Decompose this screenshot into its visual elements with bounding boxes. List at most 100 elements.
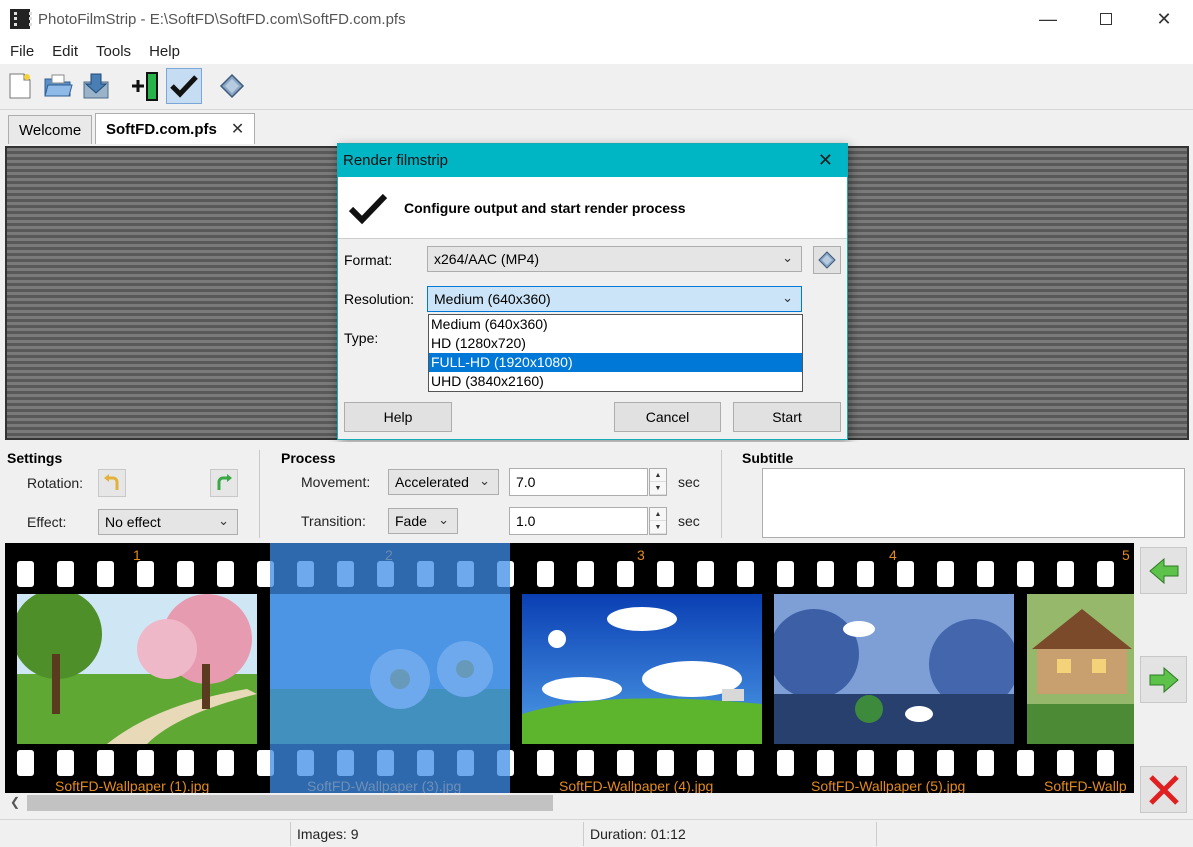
settings-area: Settings Rotation: Effect: No effect ⌄ P… [0,442,1193,542]
maximize-button[interactable] [1077,0,1135,38]
format-value: x264/AAC (MP4) [434,251,540,267]
subtitle-textarea[interactable] [762,468,1185,538]
stepper-down-icon[interactable]: ▼ [650,482,666,495]
remove-image-button[interactable] [1140,766,1187,813]
effect-select[interactable]: No effect ⌄ [98,509,238,535]
scroll-left-icon[interactable]: ❮ [10,795,20,809]
menu-help[interactable]: Help [139,43,188,60]
delete-x-icon [1148,774,1179,805]
tab-welcome[interactable]: Welcome [8,115,93,144]
thumbnail-image[interactable] [17,594,257,744]
render-filmstrip-button[interactable] [166,68,202,104]
stepper-down-icon[interactable]: ▼ [650,521,666,534]
open-project-button[interactable] [40,68,76,104]
resolution-option[interactable]: UHD (3840x2160) [429,372,802,391]
help-button[interactable]: Help [344,402,452,432]
sprocket-hole [177,561,194,587]
sprocket-hole [937,750,954,776]
sprocket-hole [537,561,554,587]
sprocket-hole [1097,750,1114,776]
sprocket-hole [617,750,634,776]
transition-seconds-input[interactable]: 1.0 [509,507,648,535]
sprocket-hole [897,750,914,776]
window-title: PhotoFilmStrip - E:\SoftFD\SoftFD.com\So… [38,10,406,28]
stepper-up-icon[interactable]: ▲ [650,469,666,482]
diamond-icon [818,251,836,269]
transition-select[interactable]: Fade ⌄ [388,508,458,534]
new-project-button[interactable] [2,68,38,104]
sprocket-hole [657,561,674,587]
status-divider [583,822,584,846]
minimize-button[interactable]: — [1019,0,1077,38]
sprocket-hole [1017,750,1034,776]
frame-number: 1 [133,547,141,563]
format-select[interactable]: x264/AAC (MP4) ⌄ [427,246,802,272]
frame-number: 3 [637,547,645,563]
sprocket-hole [137,750,154,776]
sprocket-hole [1057,750,1074,776]
dialog-header: Configure output and start render proces… [338,177,847,239]
chevron-down-icon: ⌄ [438,512,449,527]
sprocket-hole [737,561,754,587]
selected-frame-highlight [270,543,510,793]
menu-tools[interactable]: Tools [86,43,139,60]
tab-label: Welcome [19,121,82,139]
movement-stepper[interactable]: ▲ ▼ [649,468,667,496]
menu-file[interactable]: File [0,43,42,60]
save-project-button[interactable] [78,68,114,104]
resolution-label: Resolution: [344,291,415,307]
resolution-option[interactable]: HD (1280x720) [429,334,802,353]
sprocket-hole [777,750,794,776]
chevron-down-icon: ⌄ [782,250,793,265]
sprocket-hole [937,561,954,587]
move-right-button[interactable] [1140,656,1187,703]
sprocket-hole [1057,561,1074,587]
format-settings-button[interactable] [813,246,841,274]
render-filmstrip-dialog: Render filmstrip ✕ Configure output and … [337,143,848,440]
stepper-up-icon[interactable]: ▲ [650,508,666,521]
movement-seconds-value: 7.0 [516,474,536,490]
start-button[interactable]: Start [733,402,841,432]
thumbnail-image[interactable] [1027,594,1134,744]
frame-number: 4 [889,547,897,563]
type-label: Type: [344,330,379,346]
chevron-down-icon: ⌄ [218,513,229,528]
dialog-header-text: Configure output and start render proces… [404,199,686,216]
scrollbar-thumb[interactable] [27,795,553,811]
sprocket-hole [977,561,994,587]
transition-stepper[interactable]: ▲ ▼ [649,507,667,535]
tab-project[interactable]: SoftFD.com.pfs ✕ [95,113,256,144]
thumbnail-image[interactable] [522,594,762,744]
resolution-option-highlighted[interactable]: FULL-HD (1920x1080) [429,353,802,372]
chevron-down-icon: ⌄ [479,473,490,488]
menu-edit[interactable]: Edit [42,43,86,60]
import-pictures-button[interactable] [128,68,164,104]
close-icon: ✕ [1156,8,1172,29]
cancel-button[interactable]: Cancel [614,402,721,432]
process-title: Process [281,450,336,466]
rotate-left-button[interactable] [98,469,126,497]
resolution-select[interactable]: Medium (640x360) ⌄ [427,286,802,312]
effect-label: Effect: [27,514,67,530]
tab-close-icon[interactable]: ✕ [231,119,244,139]
rotate-right-button[interactable] [210,469,238,497]
movement-seconds-input[interactable]: 7.0 [509,468,648,496]
movement-select[interactable]: Accelerated ⌄ [388,469,499,495]
section-divider [721,450,722,538]
move-left-button[interactable] [1140,547,1187,594]
sprocket-hole [817,750,834,776]
movement-value: Accelerated [395,474,469,490]
resolution-option[interactable]: Medium (640x360) [429,315,802,334]
diamond-tool-button[interactable] [214,68,250,104]
resolution-dropdown-list: Medium (640x360) HD (1280x720) FULL-HD (… [428,314,803,392]
close-window-button[interactable]: ✕ [1135,0,1193,38]
filmstrip-scrollbar[interactable]: ❮ [5,793,1134,813]
dialog-close-icon[interactable]: ✕ [818,150,833,171]
sprocket-hole [577,561,594,587]
menu-bar: File Edit Tools Help [0,38,1193,64]
duration-text: Duration: 01:12 [590,826,686,842]
filmstrip[interactable]: 1 2 3 4 5 [5,543,1134,793]
thumbnail-image[interactable] [774,594,1014,744]
frame-filename: SoftFD-Wallp [1044,778,1127,793]
tab-label: SoftFD.com.pfs [106,120,217,138]
